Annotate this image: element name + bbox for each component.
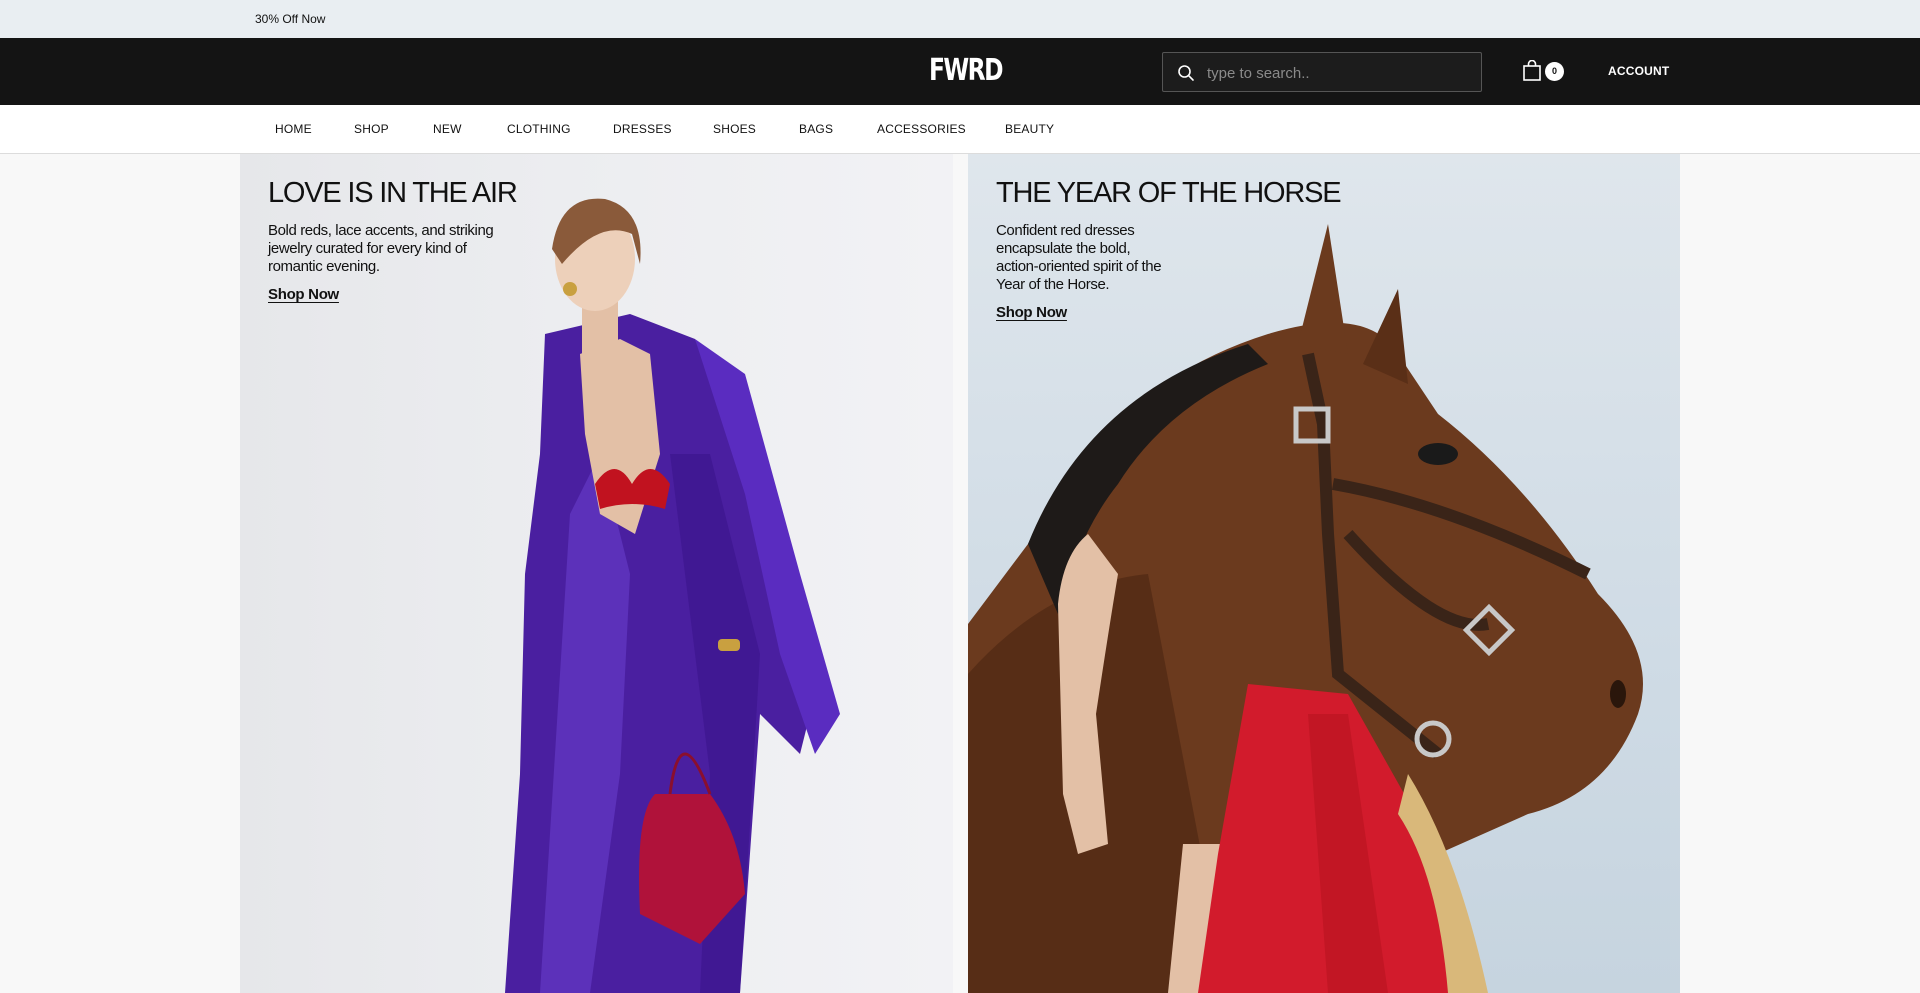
nav-item-bags[interactable]: BAGS bbox=[799, 122, 833, 136]
hero-title: THE YEAR OF THE HORSE bbox=[996, 177, 1342, 209]
nav-item-accessories[interactable]: ACCESSORIES bbox=[877, 122, 966, 136]
hero-banner-love[interactable]: LOVE IS IN THE AIR Bold reds, lace accen… bbox=[240, 154, 953, 993]
hero-subtitle: Bold reds, lace accents, and striking je… bbox=[268, 222, 494, 275]
hero-title: LOVE IS IN THE AIR bbox=[268, 177, 518, 209]
site-header: FWRD 0 ACCOUNT bbox=[0, 38, 1920, 105]
cart-button[interactable]: 0 bbox=[1522, 58, 1566, 84]
nav-item-dresses[interactable]: DRESSES bbox=[613, 122, 672, 136]
hero-text-love: LOVE IS IN THE AIR Bold reds, lace accen… bbox=[268, 179, 648, 304]
shopping-bag-icon bbox=[1523, 60, 1541, 81]
hero-text-horse: THE YEAR OF THE HORSE Confident red dres… bbox=[996, 179, 1376, 322]
fwrd-logo[interactable]: FWRD bbox=[929, 53, 1004, 88]
hero-banner-horse[interactable]: THE YEAR OF THE HORSE Confident red dres… bbox=[968, 154, 1680, 993]
search-input[interactable] bbox=[1207, 62, 1467, 84]
nav-item-beauty[interactable]: BEAUTY bbox=[1005, 122, 1054, 136]
shop-now-link[interactable]: Shop Now bbox=[268, 286, 339, 303]
nav-item-shop[interactable]: SHOP bbox=[354, 122, 389, 136]
nav-item-new[interactable]: NEW bbox=[433, 122, 462, 136]
cart-count-badge: 0 bbox=[1545, 62, 1564, 81]
account-link[interactable]: ACCOUNT bbox=[1608, 64, 1669, 78]
search-box[interactable] bbox=[1162, 52, 1482, 92]
hero-subtitle: Confident red dresses encapsulate the bo… bbox=[996, 222, 1162, 293]
promo-text[interactable]: 30% Off Now bbox=[255, 12, 325, 26]
shop-now-link[interactable]: Shop Now bbox=[996, 304, 1067, 321]
promo-bar: 30% Off Now bbox=[0, 0, 1920, 38]
search-icon bbox=[1178, 65, 1194, 81]
nav-item-shoes[interactable]: SHOES bbox=[713, 122, 756, 136]
nav-item-clothing[interactable]: CLOTHING bbox=[507, 122, 571, 136]
nav-item-home[interactable]: HOME bbox=[275, 122, 312, 136]
main-nav: HOME SHOP NEW CLOTHING DRESSES SHOES BAG… bbox=[0, 105, 1920, 154]
